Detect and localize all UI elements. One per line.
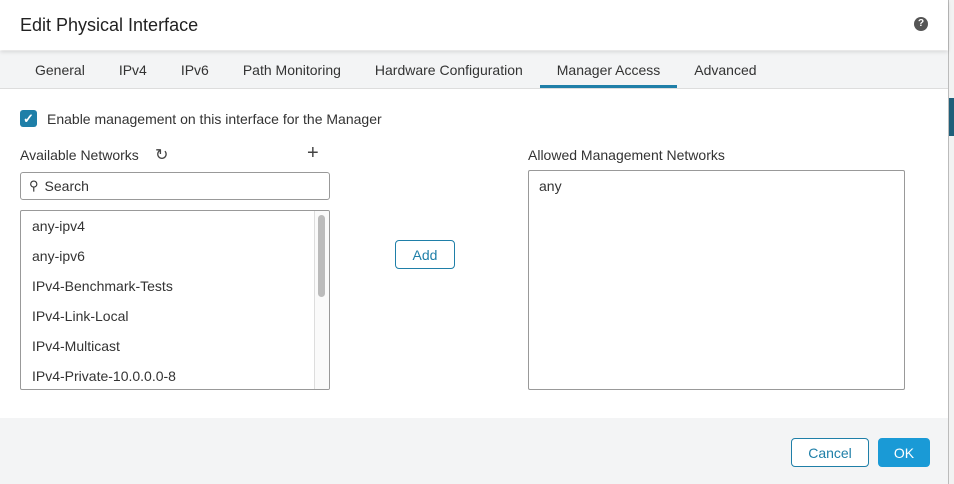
list-item[interactable]: any-ipv6 xyxy=(21,241,329,271)
enable-management-label: Enable management on this interface for … xyxy=(47,110,382,127)
tab-manager-access[interactable]: Manager Access xyxy=(539,51,678,88)
add-button[interactable]: Add xyxy=(395,240,455,269)
available-networks-list: any-ipv4 any-ipv6 IPv4-Benchmark-Tests I… xyxy=(20,210,330,390)
tab-hardware-configuration[interactable]: Hardware Configuration xyxy=(358,51,540,88)
tab-ipv4[interactable]: IPv4 xyxy=(102,51,164,88)
allowed-networks-list: any xyxy=(528,170,905,390)
edit-physical-interface-dialog: Edit Physical Interface ? General IPv4 I… xyxy=(0,0,948,484)
list-item[interactable]: IPv4-Multicast xyxy=(21,331,329,361)
tab-bar: General IPv4 IPv6 Path Monitoring Hardwa… xyxy=(0,51,948,89)
tab-ipv6[interactable]: IPv6 xyxy=(164,51,226,88)
list-item[interactable]: any-ipv4 xyxy=(21,211,329,241)
refresh-icon[interactable]: ↻ xyxy=(155,145,168,165)
scrollbar[interactable] xyxy=(314,211,329,389)
list-item[interactable]: IPv4-Private-10.0.0.0-8 xyxy=(21,361,329,389)
allowed-networks-label: Allowed Management Networks xyxy=(528,147,725,163)
search-icon: ⚲ xyxy=(29,178,39,193)
search-input[interactable]: ⚲ Search xyxy=(20,172,330,200)
cancel-button[interactable]: Cancel xyxy=(791,438,869,467)
background-window-edge xyxy=(948,0,954,484)
list-item[interactable]: IPv4-Link-Local xyxy=(21,301,329,331)
enable-management-checkbox[interactable]: ✓ xyxy=(20,110,37,127)
tab-advanced[interactable]: Advanced xyxy=(677,51,773,88)
list-item[interactable]: any xyxy=(539,178,894,194)
tab-path-monitoring[interactable]: Path Monitoring xyxy=(226,51,358,88)
available-networks-label: Available Networks xyxy=(20,147,139,163)
list-item[interactable]: IPv4-Benchmark-Tests xyxy=(21,271,329,301)
dialog-title: Edit Physical Interface xyxy=(20,14,199,35)
dialog-header: Edit Physical Interface ? xyxy=(0,0,948,50)
scrollbar-thumb[interactable] xyxy=(318,215,325,297)
ok-button[interactable]: OK xyxy=(878,438,930,467)
search-placeholder: Search xyxy=(44,178,89,194)
tab-general[interactable]: General xyxy=(18,51,102,88)
add-network-icon[interactable]: + xyxy=(307,142,319,165)
enable-management-row[interactable]: ✓ Enable management on this interface fo… xyxy=(20,110,382,127)
help-icon[interactable]: ? xyxy=(914,17,928,31)
